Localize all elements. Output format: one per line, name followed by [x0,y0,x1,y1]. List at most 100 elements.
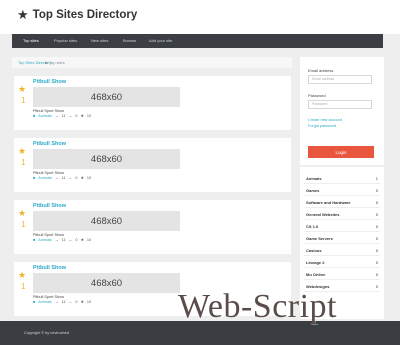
category-item[interactable]: Software and Hardware 0 [300,196,384,208]
email-label: Email address [308,68,334,73]
copyright-text: Copyright © by nevtroshed [24,331,70,335]
score-icon: ★ [80,176,84,180]
arrow-in-icon: → [54,114,59,118]
rank-star-icon: ★ [18,270,27,280]
stat-in: 11 [61,114,66,118]
category-count: 0 [375,272,378,277]
banner-size-label: 468x60 [90,91,123,103]
category-name: Mu Online [306,272,326,277]
stat-in: 11 [61,176,66,180]
site-category-link[interactable]: Animals [38,114,52,118]
category-count: 0 [375,212,378,217]
site-meta: ■ Animals → 11 ← 0 ★ 10 [33,114,91,118]
nav-browse[interactable]: Browse [123,38,136,43]
site-name-link[interactable]: Pitbull Show [33,203,66,209]
site-card: ★ 1 Pitbull Show 468x60 Pitbull Sport Sh… [14,200,291,254]
site-banner[interactable]: 468x60 [33,149,180,169]
category-count: 0 [375,284,378,289]
stat-score: 10 [86,300,92,304]
breadcrumb-current: Top sites [49,60,65,65]
score-icon: ★ [80,300,84,304]
category-name: Games [306,188,320,193]
category-count: 1 [375,176,378,181]
category-item[interactable]: Game Servers 0 [300,232,384,244]
arrow-out-icon: ← [68,238,73,242]
category-item[interactable]: Animals 1 [300,172,384,184]
site-name-link[interactable]: Pitbull Show [33,79,66,85]
category-item[interactable]: CS 1.6 0 [300,220,384,232]
login-form: Email address Email address Password Pas… [300,57,384,165]
stat-score: 10 [86,114,92,118]
site-banner[interactable]: 468x60 [33,211,180,231]
site-banner[interactable]: 468x60 [33,273,180,293]
forgot-password-link[interactable]: Forgot password [308,124,336,129]
stat-score: 10 [86,238,92,242]
category-count: 0 [375,248,378,253]
category-item[interactable]: General Websites 0 [300,208,384,220]
site-category-link[interactable]: Animals [38,176,52,180]
category-count: 0 [375,224,378,229]
stat-score: 10 [86,176,92,180]
banner-size-label: 468x60 [90,277,123,289]
site-name-link[interactable]: Pitbull Show [33,141,66,147]
site-rank: 1 [21,282,26,291]
rank-star-icon: ★ [18,208,27,218]
score-icon: ★ [80,238,84,242]
site-logo[interactable]: ★ Top Sites Directory [17,8,137,22]
rank-star-icon: ★ [18,146,27,156]
site-category-link[interactable]: Animals [38,300,52,304]
category-name: CS 1.6 [306,224,319,229]
nav-new-sites[interactable]: New sites [91,38,108,43]
category-name: General Websites [306,212,340,217]
category-name: Animals [306,176,322,181]
category-count: 0 [375,200,378,205]
category-name: Game Servers [306,236,333,241]
site-description: Pitbull Sport Show [33,295,65,299]
category-item[interactable]: Games 0 [300,184,384,196]
site-card: ★ 1 Pitbull Show 468x60 Pitbull Sport Sh… [14,138,291,192]
arrow-in-icon: → [54,238,59,242]
create-account-link[interactable]: Create new account [308,118,342,123]
category-name: Software and Hardware [306,200,351,205]
nav-popular-sites[interactable]: Popular sites [54,38,77,43]
category-item[interactable]: Casinos 0 [300,244,384,256]
nav-top-sites[interactable]: Top sites [23,38,39,43]
site-rank: 1 [21,96,26,105]
folder-icon: ■ [33,300,36,304]
banner-size-label: 468x60 [90,215,123,227]
arrow-in-icon: → [54,300,59,304]
star-icon: ★ [17,7,29,22]
arrow-in-icon: → [54,176,59,180]
site-banner[interactable]: 468x60 [33,87,180,107]
site-header: ★ Top Sites Directory [0,0,400,34]
stat-out: 0 [75,238,78,242]
stat-out: 0 [75,176,78,180]
category-count: 0 [375,188,378,193]
breadcrumb: Top Sites Directory ▶ Top sites [12,57,292,68]
site-category-link[interactable]: Animals [38,238,52,242]
stat-out: 0 [75,300,78,304]
stat-in: 11 [61,300,66,304]
password-label: Password [308,93,326,98]
watermark: Web-Script [178,288,337,325]
folder-icon: ■ [33,176,36,180]
banner-size-label: 468x60 [90,153,123,165]
site-name-link[interactable]: Pitbull Show [33,265,66,271]
site-title[interactable]: Top Sites Directory [33,8,138,22]
breadcrumb-separator-icon: ▶ [45,60,49,65]
nav-add-site[interactable]: Add your site [149,38,172,43]
email-field[interactable]: Email address [308,75,372,84]
category-name: Casinos [306,248,322,253]
category-count: 0 [375,236,378,241]
site-rank: 1 [21,158,26,167]
category-item[interactable]: Lineage 2 0 [300,256,384,268]
score-icon: ★ [80,114,84,118]
arrow-out-icon: ← [68,176,73,180]
site-meta: ■ Animals → 11 ← 0 ★ 10 [33,238,91,242]
login-button[interactable]: Login [308,146,374,158]
stat-in: 11 [61,238,66,242]
folder-icon: ■ [33,238,36,242]
site-rank: 1 [21,220,26,229]
password-field[interactable]: Password [308,100,372,109]
category-item[interactable]: Mu Online 0 [300,268,384,280]
